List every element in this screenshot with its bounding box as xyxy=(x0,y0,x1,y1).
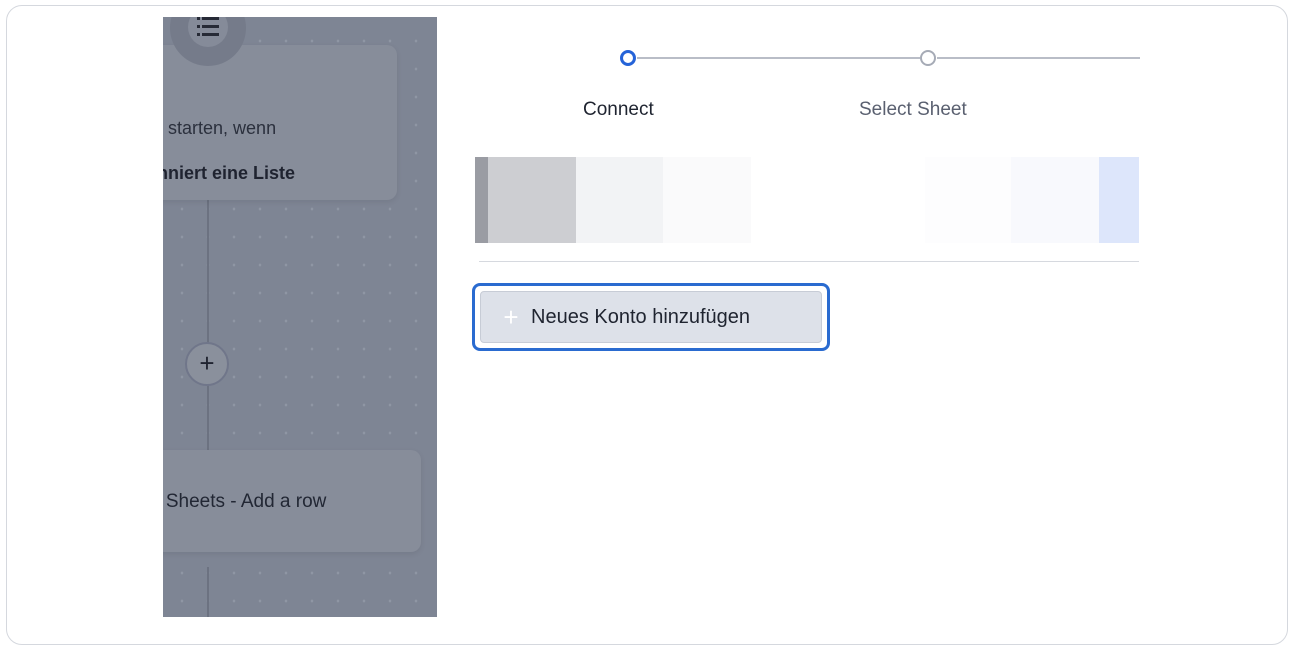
step-connect-dot xyxy=(620,50,636,66)
placeholder-segment xyxy=(925,157,1011,243)
add-step-button[interactable]: + xyxy=(185,342,229,386)
account-placeholder-bar xyxy=(475,157,1139,243)
setup-stepper: Connect Select Sheet xyxy=(470,50,1140,130)
action-card-label: e Sheets - Add a row xyxy=(163,491,327,512)
workflow-canvas: ion starten, wenn bonniert eine Liste + … xyxy=(163,17,437,617)
action-card[interactable]: e Sheets - Add a row xyxy=(163,450,421,552)
placeholder-segment xyxy=(488,157,576,243)
trigger-card-line2: bonniert eine Liste xyxy=(163,163,296,183)
trigger-card[interactable]: ion starten, wenn bonniert eine Liste xyxy=(163,45,397,200)
connector-line xyxy=(207,197,209,467)
plus-icon: + xyxy=(503,302,519,332)
step-connector xyxy=(937,57,1140,59)
placeholder-segment xyxy=(475,157,488,243)
placeholder-segment xyxy=(1099,157,1139,243)
step-connect-label[interactable]: Connect xyxy=(583,99,654,121)
placeholder-segment xyxy=(576,157,663,243)
trigger-card-line1: ion starten, wenn xyxy=(163,118,277,138)
list-icon xyxy=(188,17,228,47)
step-select-sheet-dot xyxy=(920,50,936,66)
placeholder-segment xyxy=(1011,157,1099,243)
divider xyxy=(479,261,1139,262)
placeholder-segment xyxy=(663,157,751,243)
placeholder-segment xyxy=(751,157,838,243)
add-account-label: Neues Konto hinzufügen xyxy=(531,305,751,328)
step-select-sheet-label[interactable]: Select Sheet xyxy=(859,99,967,121)
placeholder-segment xyxy=(838,157,925,243)
step-connector xyxy=(637,57,920,59)
connector-line xyxy=(207,567,209,617)
add-account-button[interactable]: + Neues Konto hinzufügen xyxy=(480,291,822,343)
